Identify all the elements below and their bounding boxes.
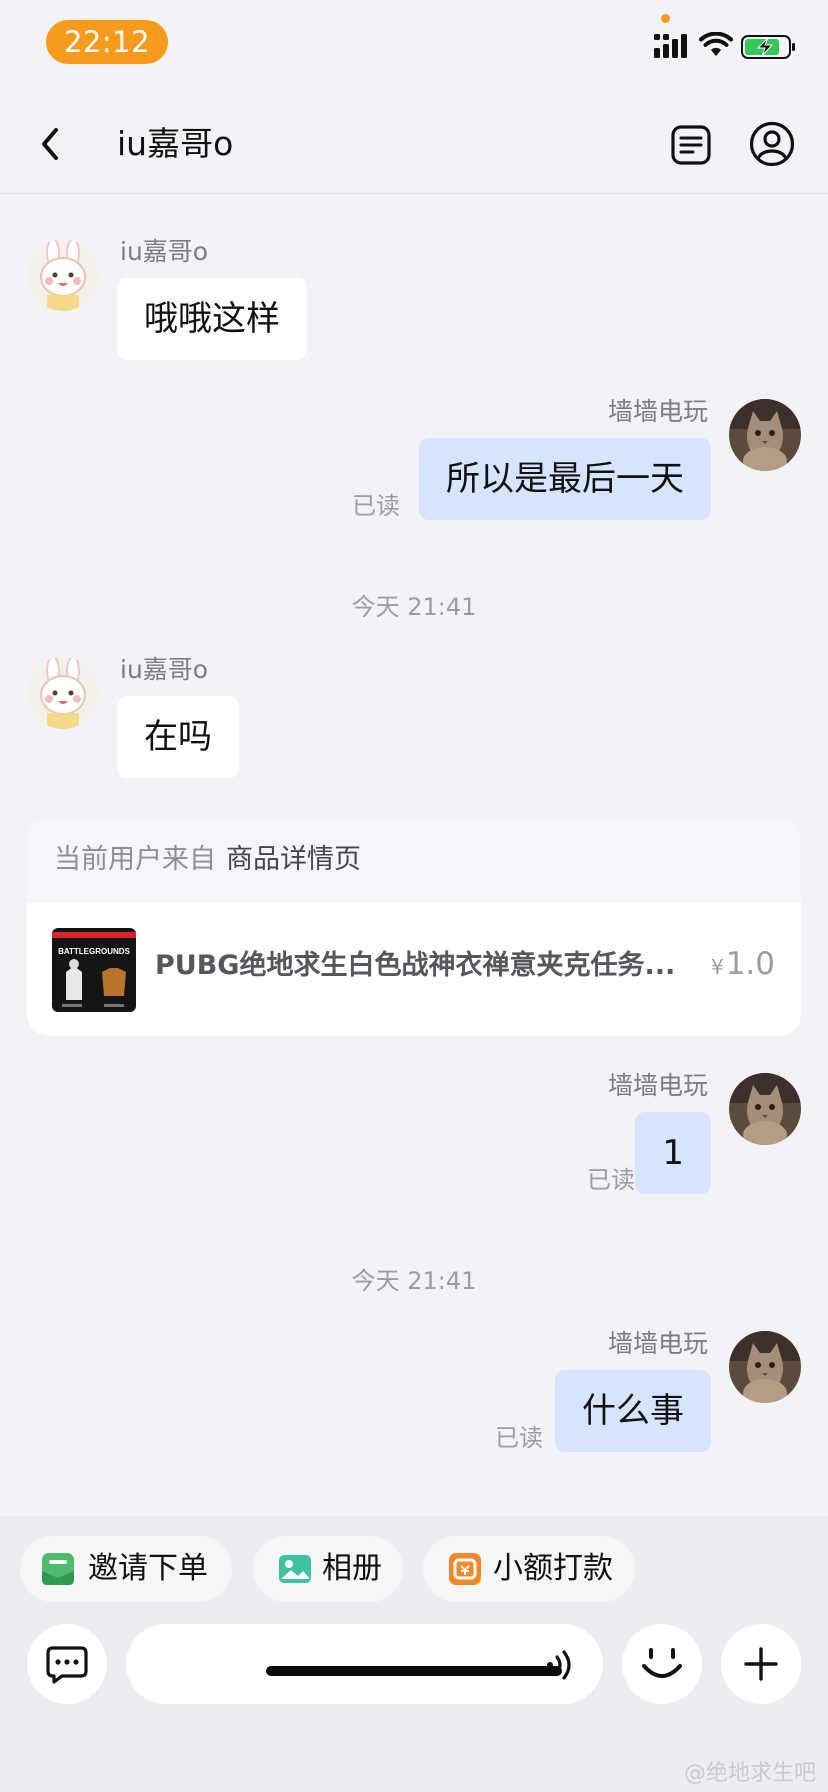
quick-actions-bar: 邀请下单 相册 小额打款 (0, 1516, 828, 1604)
product-price: ¥1.0 (711, 946, 775, 982)
voice-icon[interactable] (546, 1648, 576, 1682)
message-input[interactable] (126, 1624, 603, 1704)
my-avatar[interactable] (729, 1331, 801, 1403)
timestamp: 今天 21:41 (351, 1267, 477, 1295)
my-avatar[interactable] (729, 1073, 801, 1145)
thumb-title-text: BATTLEGROUNDS (58, 947, 131, 956)
contact-avatar[interactable] (27, 239, 99, 311)
invite-order-label: 邀请下单 (88, 1551, 208, 1586)
read-status: 已读 (352, 492, 400, 520)
product-thumbnail[interactable]: BATTLEGROUNDS (52, 928, 136, 1012)
back-arrow-icon[interactable] (34, 124, 70, 164)
price-value: 1.0 (725, 946, 775, 982)
album-button[interactable]: 相册 (253, 1536, 403, 1602)
battery-charging-icon (741, 35, 795, 59)
watermark: @绝地求生吧 (683, 1761, 816, 1786)
small-payment-button[interactable]: 小额打款 (423, 1536, 635, 1602)
read-status: 已读 (587, 1166, 635, 1194)
signal-icon (654, 34, 687, 58)
message-bubble[interactable]: 什么事 (555, 1370, 711, 1452)
home-indicator (266, 1666, 562, 1676)
message-bubble[interactable]: 1 (635, 1112, 711, 1194)
timestamp: 今天 21:41 (351, 593, 477, 621)
source-page: 商品详情页 (226, 844, 361, 875)
privacy-indicator-dot (661, 14, 670, 23)
more-button[interactable] (721, 1624, 801, 1704)
contact-avatar[interactable] (27, 657, 99, 729)
quick-reply-button[interactable] (27, 1624, 107, 1704)
product-title: PUBG绝地求生白色战神衣禅意夹克任务... (155, 950, 676, 981)
payment-icon (449, 1553, 481, 1585)
sender-name: iu嘉哥o (120, 655, 209, 684)
small-payment-label: 小额打款 (493, 1551, 613, 1586)
sender-name: iu嘉哥o (120, 237, 209, 266)
album-icon (279, 1555, 311, 1583)
sender-name: 墙墙电玩 (607, 1071, 708, 1100)
wifi-icon (699, 32, 733, 56)
smile-icon (642, 1648, 682, 1678)
order-icon (42, 1553, 74, 1585)
sender-name: 墙墙电玩 (607, 1329, 708, 1358)
my-avatar[interactable] (729, 399, 801, 471)
album-label: 相册 (322, 1551, 382, 1586)
user-profile-icon[interactable] (749, 121, 795, 167)
chat-bubble-icon (46, 1646, 88, 1684)
source-label: 当前用户来自 (54, 844, 216, 875)
chat-header: iu嘉哥o (0, 96, 828, 194)
chat-title: iu嘉哥o (117, 124, 234, 163)
product-card[interactable]: 当前用户来自 商品详情页 BATTLEGROUNDS PUBG绝地求生白色战神衣禅… (27, 818, 801, 1036)
emoji-button[interactable] (622, 1624, 702, 1704)
sender-name: 墙墙电玩 (607, 397, 708, 426)
invite-order-button[interactable]: 邀请下单 (20, 1536, 232, 1602)
status-time: 22:12 (46, 20, 168, 64)
product-source: 当前用户来自 商品详情页 (27, 818, 801, 902)
price-currency: ¥ (710, 955, 724, 979)
message-bubble[interactable]: 所以是最后一天 (419, 438, 711, 520)
message-bubble[interactable]: 在吗 (117, 696, 239, 778)
order-list-icon[interactable] (670, 124, 712, 166)
read-status: 已读 (495, 1424, 543, 1452)
plus-icon (744, 1647, 778, 1681)
message-bubble[interactable]: 哦哦这样 (117, 278, 307, 360)
